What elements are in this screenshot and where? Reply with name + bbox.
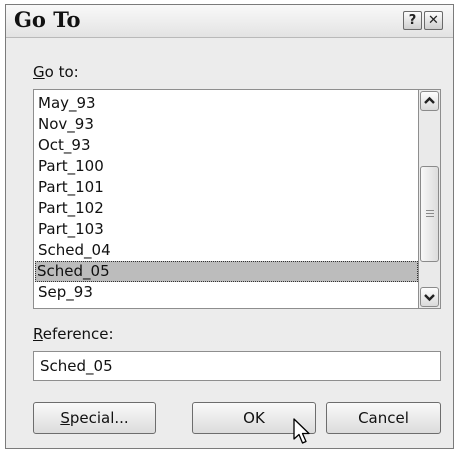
goto-listbox[interactable]: May_93 Nov_93 Oct_93 Part_100 Part_101 P… [33, 89, 419, 309]
list-item[interactable]: Part_100 [36, 156, 416, 177]
scroll-down-button[interactable] [420, 287, 439, 307]
dialog-title: Go To [14, 7, 81, 32]
title-bar[interactable]: Go To ? ✕ [6, 5, 453, 38]
listbox-scrollbar[interactable] [419, 89, 441, 309]
chevron-up-icon [424, 96, 435, 104]
go-to-dialog: Go To ? ✕ Go to: May_93 Nov_93 Oct_93 Pa… [5, 4, 454, 449]
goto-label: Go to: [33, 63, 79, 81]
help-icon: ? [408, 13, 417, 28]
scroll-thumb[interactable] [420, 166, 439, 262]
scroll-up-button[interactable] [420, 91, 439, 111]
list-item[interactable]: Sep_93 [36, 282, 416, 303]
help-button[interactable]: ? [403, 11, 422, 30]
list-item[interactable]: Part_101 [36, 177, 416, 198]
reference-input[interactable]: Sched_05 [33, 351, 441, 381]
mouse-pointer-icon [293, 418, 310, 444]
list-item[interactable]: Nov_93 [36, 114, 416, 135]
reference-label: Reference: [33, 325, 114, 343]
list-item[interactable]: Part_102 [36, 198, 416, 219]
special-button[interactable]: Special... [33, 402, 156, 434]
cancel-button[interactable]: Cancel [326, 402, 441, 434]
list-item[interactable]: Sched_04 [36, 240, 416, 261]
list-item[interactable]: Part_103 [36, 219, 416, 240]
chevron-down-icon [424, 294, 435, 302]
close-icon: ✕ [428, 13, 439, 28]
list-item[interactable]: Oct_93 [36, 135, 416, 156]
list-item-selected[interactable]: Sched_05 [35, 261, 418, 282]
close-button[interactable]: ✕ [424, 11, 443, 30]
list-item[interactable]: May_93 [36, 93, 416, 114]
